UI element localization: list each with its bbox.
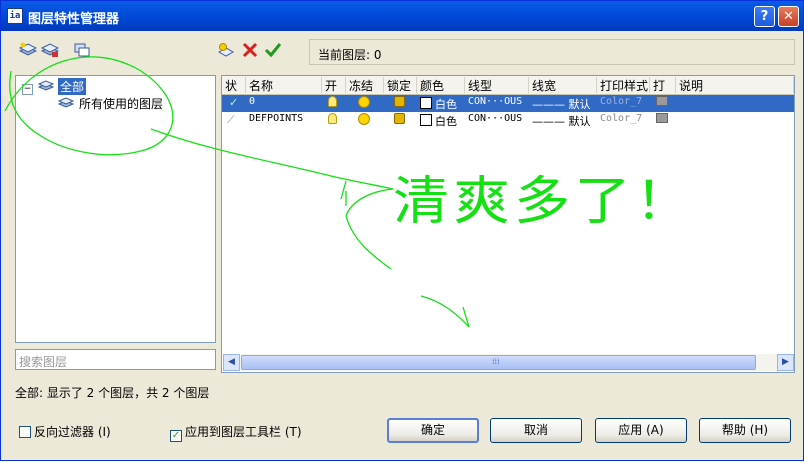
layer-manager-icon: ia (7, 8, 23, 24)
table-row[interactable]: ⟋ DEFPOINTS 白色 CON···OUS ——— 默认 Color_7 (222, 112, 794, 129)
col-plot[interactable]: 打 (650, 77, 676, 93)
new-layer-icon[interactable] (217, 42, 235, 58)
tree-item-used-layers[interactable]: 所有使用的图层 (79, 95, 163, 112)
new-property-filter-icon[interactable] (19, 42, 37, 58)
apply-to-toolbar-checkbox[interactable]: ✓ 应用到图层工具栏 (T) (170, 423, 302, 442)
new-group-filter-icon[interactable] (41, 42, 59, 58)
table-row[interactable]: ✓ 0 白色 CON···OUS ——— 默认 Color_7 (222, 95, 794, 112)
no-plot-printer-icon[interactable] (656, 113, 668, 128)
help-button[interactable]: 帮助 (H) (699, 418, 791, 443)
on-bulb-icon[interactable] (328, 96, 337, 111)
ok-button[interactable]: 确定 (387, 418, 479, 443)
tree-item-all[interactable]: 全部 (58, 78, 87, 95)
column-header-row: 状 名称 开 冻结 锁定 颜色 线型 线宽 打印样式 打 说明 (222, 76, 794, 95)
checkbox-checked-icon[interactable]: ✓ (170, 430, 182, 442)
layer-color[interactable]: 白色 (420, 113, 457, 128)
col-on[interactable]: 开 (322, 77, 346, 93)
layer-status-icon: ⟋ (227, 113, 235, 126)
layer-properties-dialog: ia 图层特性管理器 ? ✕ 当前图层: 0 − 全部 所有使用的图层 搜索图层… (0, 0, 804, 461)
checkbox-unchecked-icon[interactable] (19, 426, 31, 438)
title-bar[interactable]: ia 图层特性管理器 ? ✕ (1, 1, 803, 31)
status-text: 全部: 显示了 2 个图层，共 2 个图层 (15, 386, 210, 400)
col-name[interactable]: 名称 (246, 77, 322, 93)
col-linetype[interactable]: 线型 (465, 77, 529, 93)
col-lock[interactable]: 锁定 (384, 77, 417, 93)
invert-filter-checkbox[interactable]: 反向过滤器 (I) (19, 423, 111, 440)
tree-expander[interactable]: − (22, 80, 33, 95)
col-plotstyle[interactable]: 打印样式 (597, 77, 650, 93)
help-title-button[interactable]: ? (754, 6, 775, 27)
layer-lineweight[interactable]: ——— 默认 (532, 96, 591, 111)
search-layer-input[interactable]: 搜索图层 (15, 349, 216, 370)
plot-printer-icon[interactable] (656, 96, 668, 111)
scroll-thumb[interactable]: ⁞⁞⁞ (241, 355, 756, 370)
col-status[interactable]: 状 (222, 77, 246, 93)
layer-plotstyle: Color_7 (600, 96, 643, 107)
delete-layer-icon[interactable] (241, 42, 259, 58)
current-layer-label: 当前图层: 0 (318, 48, 382, 62)
layer-linetype[interactable]: CON···OUS (468, 113, 522, 128)
annotation-note: 清爽多了！ (393, 172, 696, 232)
layer-name[interactable]: 0 (249, 96, 255, 111)
cancel-button[interactable]: 取消 (490, 418, 582, 443)
close-button[interactable]: ✕ (778, 6, 799, 27)
thaw-sun-icon[interactable] (358, 113, 370, 128)
current-layer-icon: ✓ (229, 96, 239, 109)
scroll-grip: ⁞⁞⁞ (492, 357, 500, 366)
col-freeze[interactable]: 冻结 (346, 77, 384, 93)
unlock-icon[interactable] (394, 113, 405, 128)
unlock-icon[interactable] (394, 96, 405, 111)
apply-button[interactable]: 应用 (A) (595, 418, 687, 443)
thaw-sun-icon[interactable] (358, 96, 370, 111)
horizontal-scrollbar[interactable]: ◀ ⁞⁞⁞ ▶ (223, 354, 794, 371)
set-current-icon[interactable] (264, 42, 282, 58)
col-lineweight[interactable]: 线宽 (529, 77, 597, 93)
layer-states-manager-icon[interactable] (73, 42, 91, 58)
on-bulb-icon[interactable] (328, 113, 337, 128)
scroll-right-icon[interactable]: ▶ (777, 354, 794, 371)
invert-filter-label: 反向过滤器 (I) (34, 425, 111, 439)
layer-name[interactable]: DEFPOINTS (249, 113, 303, 128)
window-title: 图层特性管理器 (28, 12, 120, 27)
layer-linetype[interactable]: CON···OUS (468, 96, 522, 111)
layer-lineweight[interactable]: ——— 默认 (532, 113, 591, 128)
col-description[interactable]: 说明 (676, 77, 794, 93)
layer-filter-icon (38, 80, 54, 91)
col-color[interactable]: 颜色 (417, 77, 465, 93)
layer-color[interactable]: 白色 (420, 96, 457, 111)
layer-filter-icon (58, 97, 74, 108)
current-layer-display: 当前图层: 0 (309, 39, 795, 65)
layer-plotstyle: Color_7 (600, 113, 643, 124)
filter-tree[interactable]: − 全部 所有使用的图层 (15, 75, 216, 343)
apply-to-toolbar-label: 应用到图层工具栏 (T) (185, 425, 302, 439)
scroll-left-icon[interactable]: ◀ (223, 354, 240, 371)
